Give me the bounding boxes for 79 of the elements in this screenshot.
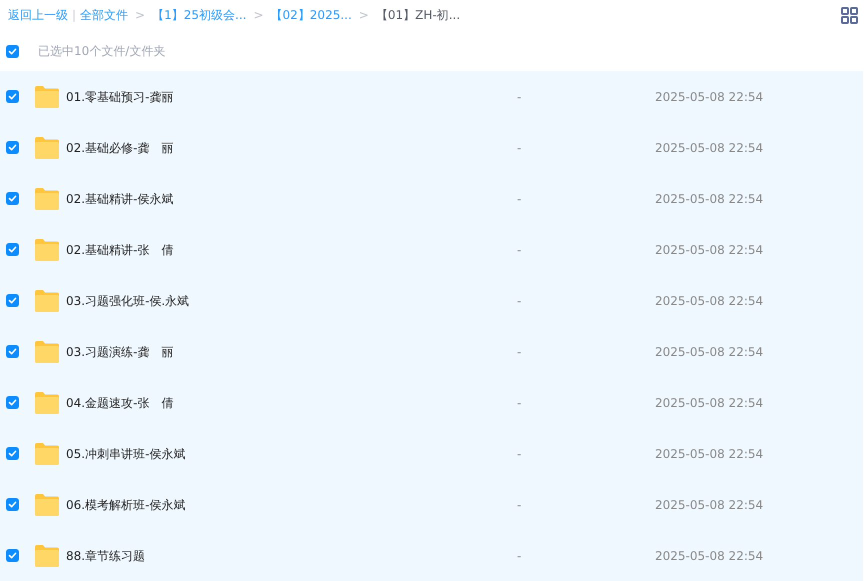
checkmark-icon <box>8 245 17 254</box>
checkbox[interactable] <box>6 447 19 460</box>
checkmark-icon <box>8 46 17 56</box>
folder-icon <box>35 340 59 362</box>
folder-icon <box>35 494 59 516</box>
modified-date: 2025-05-08 22:54 <box>655 140 764 156</box>
file-name[interactable]: 04.金题速攻-张 倩 <box>66 394 446 412</box>
checkbox[interactable] <box>6 243 19 256</box>
checkbox[interactable] <box>6 396 19 409</box>
modified-date: 2025-05-08 22:54 <box>655 292 764 310</box>
file-row[interactable]: 06.模考解析班-侯永斌 - 2025-05-08 22:54 <box>0 479 863 530</box>
breadcrumb-item[interactable]: 【01】ZH-初... <box>376 6 460 24</box>
file-name[interactable]: 05.冲刺串讲班-侯永斌 <box>66 444 446 462</box>
file-row[interactable]: 02.基础必修-龚 丽 - 2025-05-08 22:54 <box>0 122 863 173</box>
modified-date: 2025-05-08 22:54 <box>655 446 764 462</box>
file-name[interactable]: 02.基础精讲-张 倩 <box>66 240 446 258</box>
checkmark-icon <box>8 296 17 305</box>
file-size: - <box>517 446 522 462</box>
folder-icon <box>35 544 59 566</box>
modified-date: 2025-05-08 22:54 <box>655 394 764 412</box>
modified-date: 2025-05-08 22:54 <box>655 496 764 514</box>
file-size: - <box>517 140 522 156</box>
checkmark-icon <box>8 92 17 101</box>
checkmark-icon <box>8 143 17 152</box>
checkbox[interactable] <box>6 549 19 562</box>
grid-view-icon[interactable] <box>841 7 858 24</box>
checkbox[interactable] <box>6 192 19 205</box>
modified-date: 2025-05-08 22:54 <box>655 88 764 106</box>
file-size: - <box>517 190 522 208</box>
folder-icon <box>35 188 59 210</box>
file-row[interactable]: 88.章节练习题 - 2025-05-08 22:54 <box>0 530 863 581</box>
breadcrumb-arrow: > <box>135 7 146 24</box>
selection-summary: 已选中10个文件/文件夹 <box>38 42 166 60</box>
file-row[interactable]: 01.零基础预习-龚丽 - 2025-05-08 22:54 <box>0 71 863 122</box>
file-row[interactable]: 04.金题速攻-张 倩 - 2025-05-08 22:54 <box>0 377 863 428</box>
breadcrumb-arrow: > <box>253 7 264 24</box>
file-size: - <box>517 292 522 310</box>
file-size: - <box>517 242 522 258</box>
file-name[interactable]: 02.基础必修-龚 丽 <box>66 138 446 156</box>
checkbox[interactable] <box>6 345 19 358</box>
file-size: - <box>517 344 522 360</box>
folder-icon <box>35 442 59 464</box>
file-size: - <box>517 394 522 412</box>
checkbox[interactable] <box>6 294 19 307</box>
folder-icon <box>35 290 59 312</box>
file-row[interactable]: 02.基础精讲-张 倩 - 2025-05-08 22:54 <box>0 224 863 275</box>
folder-icon <box>35 136 59 158</box>
file-row[interactable]: 02.基础精讲-侯永斌 - 2025-05-08 22:54 <box>0 173 863 224</box>
checkbox[interactable] <box>6 498 19 511</box>
checkmark-icon <box>8 194 17 203</box>
checkmark-icon <box>8 500 17 509</box>
file-row[interactable]: 03.习题强化班-侯.永斌 - 2025-05-08 22:54 <box>0 275 863 326</box>
folder-icon <box>35 238 59 260</box>
file-name[interactable]: 88.章节练习题 <box>66 546 446 564</box>
file-row[interactable]: 03.习题演练-龚 丽 - 2025-05-08 22:54 <box>0 326 863 377</box>
breadcrumb-arrow: > <box>358 7 369 24</box>
file-name[interactable]: 03.习题演练-龚 丽 <box>66 342 446 360</box>
checkbox[interactable] <box>6 141 19 154</box>
checkmark-icon <box>8 398 17 407</box>
checkbox[interactable] <box>6 90 19 103</box>
file-name[interactable]: 03.习题强化班-侯.永斌 <box>66 292 446 310</box>
checkmark-icon <box>8 449 17 458</box>
checkbox[interactable] <box>6 44 19 58</box>
checkmark-icon <box>8 551 17 560</box>
modified-date: 2025-05-08 22:54 <box>655 190 764 208</box>
modified-date: 2025-05-08 22:54 <box>655 344 764 360</box>
file-row[interactable]: 05.冲刺串讲班-侯永斌 - 2025-05-08 22:54 <box>0 428 863 479</box>
file-size: - <box>517 496 522 514</box>
file-name[interactable]: 01.零基础预习-龚丽 <box>66 88 446 106</box>
file-name[interactable]: 02.基础精讲-侯永斌 <box>66 190 446 208</box>
file-name[interactable]: 06.模考解析班-侯永斌 <box>66 496 446 514</box>
file-size: - <box>517 88 522 106</box>
checkmark-icon <box>8 347 17 356</box>
folder-icon <box>35 392 59 414</box>
folder-icon <box>35 86 59 108</box>
file-size: - <box>517 548 522 564</box>
separator: | <box>72 7 76 24</box>
modified-date: 2025-05-08 22:54 <box>655 548 764 564</box>
modified-date: 2025-05-08 22:54 <box>655 242 764 258</box>
